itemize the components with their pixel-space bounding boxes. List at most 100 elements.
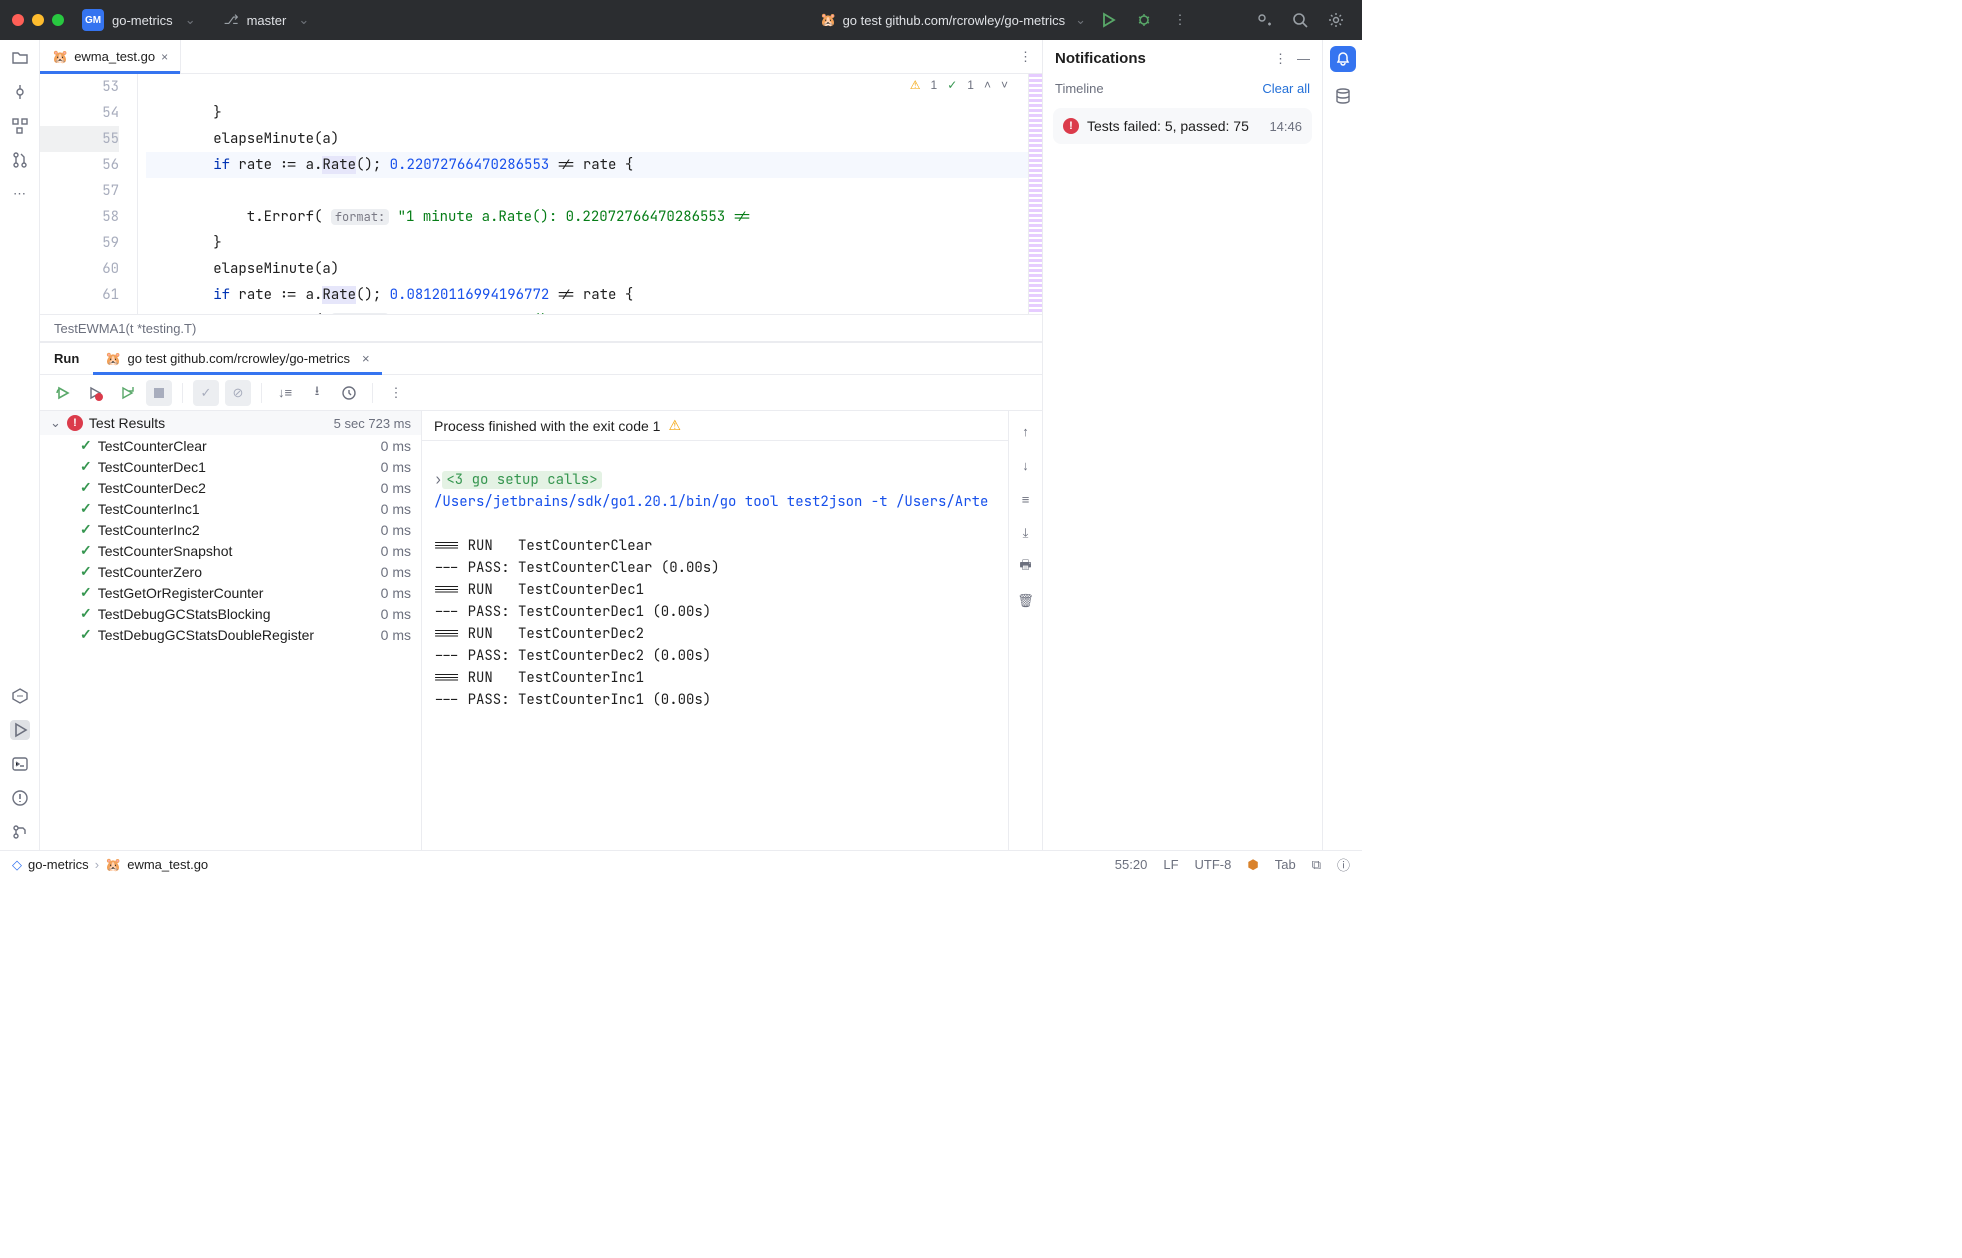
- project-icon: GM: [82, 9, 104, 31]
- function-breadcrumb[interactable]: TestEWMA1(t *testing.T): [40, 314, 1042, 342]
- search-icon[interactable]: [1286, 6, 1314, 34]
- print-icon[interactable]: 🖶: [1016, 557, 1036, 577]
- run-button[interactable]: [1094, 6, 1122, 34]
- chevron-down-icon[interactable]: ⌄: [185, 12, 196, 28]
- scroll-to-end-icon[interactable]: ⤓: [1016, 523, 1036, 543]
- rerun-button[interactable]: [50, 380, 76, 406]
- maximize-window-icon[interactable]: [52, 14, 64, 26]
- go-file-icon: 🐹: [105, 857, 121, 873]
- code-area[interactable]: } elapseMinute(a) if rate := a.Rate(); 0…: [138, 74, 1028, 314]
- show-passed-button[interactable]: ✓: [193, 380, 219, 406]
- test-row[interactable]: ✓TestGetOrRegisterCounter0 ms: [40, 582, 421, 603]
- caret-position[interactable]: 55:20: [1115, 857, 1148, 872]
- problems-indicator-icon[interactable]: ⓘ: [1337, 855, 1350, 874]
- history-button[interactable]: [336, 380, 362, 406]
- test-name: TestCounterZero: [98, 564, 202, 580]
- test-row[interactable]: ✓TestCounterZero0 ms: [40, 561, 421, 582]
- run-tab-config[interactable]: 🐹 go test github.com/rcrowley/go-metrics…: [93, 343, 381, 374]
- rerun-failed-button[interactable]: [82, 380, 108, 406]
- test-row[interactable]: ✓TestCounterDec10 ms: [40, 456, 421, 477]
- chevron-down-icon[interactable]: ⌄: [50, 415, 61, 431]
- error-icon: !: [1063, 118, 1079, 134]
- console[interactable]: Process finished with the exit code 1 ⚠ …: [422, 411, 1008, 850]
- test-duration: 0 ms: [381, 459, 411, 475]
- console-rail: ↑ ↓ ≡ ⤓ 🖶 🗑: [1008, 411, 1042, 850]
- commit-tool-icon[interactable]: [10, 82, 30, 102]
- readonly-icon[interactable]: ⧉: [1312, 857, 1321, 873]
- project-name[interactable]: go-metrics: [112, 13, 173, 28]
- close-tab-icon[interactable]: ×: [161, 50, 168, 64]
- branch-name[interactable]: master: [247, 13, 287, 28]
- test-name: TestCounterDec2: [98, 480, 206, 496]
- notifications-bell-icon[interactable]: [1330, 46, 1356, 72]
- scroll-down-icon[interactable]: ↓: [1016, 455, 1036, 475]
- more-actions-button[interactable]: ⋮: [1166, 6, 1194, 34]
- terminal-tool-icon[interactable]: [10, 754, 30, 774]
- line-separator[interactable]: LF: [1163, 857, 1178, 872]
- tab-more-icon[interactable]: ⋮: [1019, 49, 1032, 65]
- debug-button[interactable]: [1130, 6, 1158, 34]
- go-indicator-icon[interactable]: ⬢: [1247, 857, 1258, 873]
- test-name: TestCounterInc2: [98, 522, 200, 538]
- crumb-root[interactable]: go-metrics: [28, 857, 89, 872]
- test-duration: 0 ms: [381, 585, 411, 601]
- soft-wrap-icon[interactable]: ≡: [1016, 489, 1036, 509]
- minimize-window-icon[interactable]: [32, 14, 44, 26]
- test-tree[interactable]: ⌄ ! Test Results 5 sec 723 ms ✓TestCount…: [40, 411, 422, 850]
- toggle-autotest-button[interactable]: [114, 380, 140, 406]
- clear-console-icon[interactable]: 🗑: [1016, 591, 1036, 611]
- test-results-header[interactable]: ⌄ ! Test Results 5 sec 723 ms: [40, 411, 421, 435]
- vcs-tool-icon[interactable]: [10, 822, 30, 842]
- setup-calls[interactable]: <3 go setup calls>: [442, 471, 601, 489]
- test-name: TestCounterClear: [98, 438, 207, 454]
- test-row[interactable]: ✓TestCounterInc10 ms: [40, 498, 421, 519]
- left-tool-rail: ⋯: [0, 40, 40, 850]
- test-row[interactable]: ✓TestCounterSnapshot0 ms: [40, 540, 421, 561]
- minimize-icon[interactable]: —: [1297, 51, 1310, 67]
- problems-tool-icon[interactable]: [10, 788, 30, 808]
- more-tools-icon[interactable]: ⋯: [10, 184, 30, 204]
- test-duration: 0 ms: [381, 522, 411, 538]
- run-tool-icon[interactable]: [10, 720, 30, 740]
- show-ignored-button[interactable]: ⊘: [225, 380, 251, 406]
- pass-icon: ✓: [80, 458, 92, 475]
- services-tool-icon[interactable]: [10, 686, 30, 706]
- notifications-panel: Notifications ⋮ — Timeline Clear all ! T…: [1042, 40, 1322, 850]
- settings-icon[interactable]: [1322, 6, 1350, 34]
- run-configuration[interactable]: 🐹 go test github.com/rcrowley/go-metrics…: [820, 12, 1086, 28]
- notification-item[interactable]: ! Tests failed: 5, passed: 75 14:46: [1053, 108, 1312, 144]
- test-row[interactable]: ✓TestDebugGCStatsBlocking0 ms: [40, 603, 421, 624]
- close-icon[interactable]: ×: [362, 351, 370, 366]
- sort-button[interactable]: ↓≡: [272, 380, 298, 406]
- window-controls[interactable]: [12, 14, 64, 26]
- branch-icon[interactable]: ⎇: [224, 12, 239, 28]
- close-window-icon[interactable]: [12, 14, 24, 26]
- file-encoding[interactable]: UTF-8: [1195, 857, 1232, 872]
- test-row[interactable]: ✓TestCounterInc20 ms: [40, 519, 421, 540]
- database-tool-icon[interactable]: [1333, 86, 1353, 106]
- run-tab-title[interactable]: Run: [40, 343, 93, 374]
- chevron-down-icon[interactable]: ⌄: [1075, 12, 1086, 28]
- import-button[interactable]: ⭳: [304, 380, 330, 406]
- clear-all-button[interactable]: Clear all: [1262, 81, 1310, 96]
- structure-tool-icon[interactable]: [10, 116, 30, 136]
- file-tab-ewma-test[interactable]: 🐹 ewma_test.go ×: [40, 40, 181, 73]
- error-badge-icon: !: [67, 415, 83, 431]
- more-icon[interactable]: ⋮: [1274, 51, 1287, 67]
- pull-requests-icon[interactable]: [10, 150, 30, 170]
- indent-mode[interactable]: Tab: [1275, 857, 1296, 872]
- project-tool-icon[interactable]: [10, 48, 30, 68]
- test-row[interactable]: ✓TestDebugGCStatsDoubleRegister0 ms: [40, 624, 421, 645]
- chevron-down-icon[interactable]: ⌄: [298, 12, 309, 28]
- go-file-icon: 🐹: [52, 49, 68, 65]
- test-row[interactable]: ✓TestCounterClear0 ms: [40, 435, 421, 456]
- crumb-file[interactable]: ewma_test.go: [127, 857, 208, 872]
- test-name: TestDebugGCStatsDoubleRegister: [98, 627, 314, 643]
- code-with-me-icon[interactable]: [1250, 6, 1278, 34]
- test-row[interactable]: ✓TestCounterDec20 ms: [40, 477, 421, 498]
- error-stripe[interactable]: [1028, 74, 1042, 314]
- editor[interactable]: ⚠1 ✓1 ˄ ˅ 53 54 55 56 57 58 59 60 61 } e…: [40, 74, 1042, 314]
- timeline-label: Timeline: [1055, 81, 1104, 96]
- more-options-button[interactable]: ⋮: [383, 380, 409, 406]
- scroll-up-icon[interactable]: ↑: [1016, 421, 1036, 441]
